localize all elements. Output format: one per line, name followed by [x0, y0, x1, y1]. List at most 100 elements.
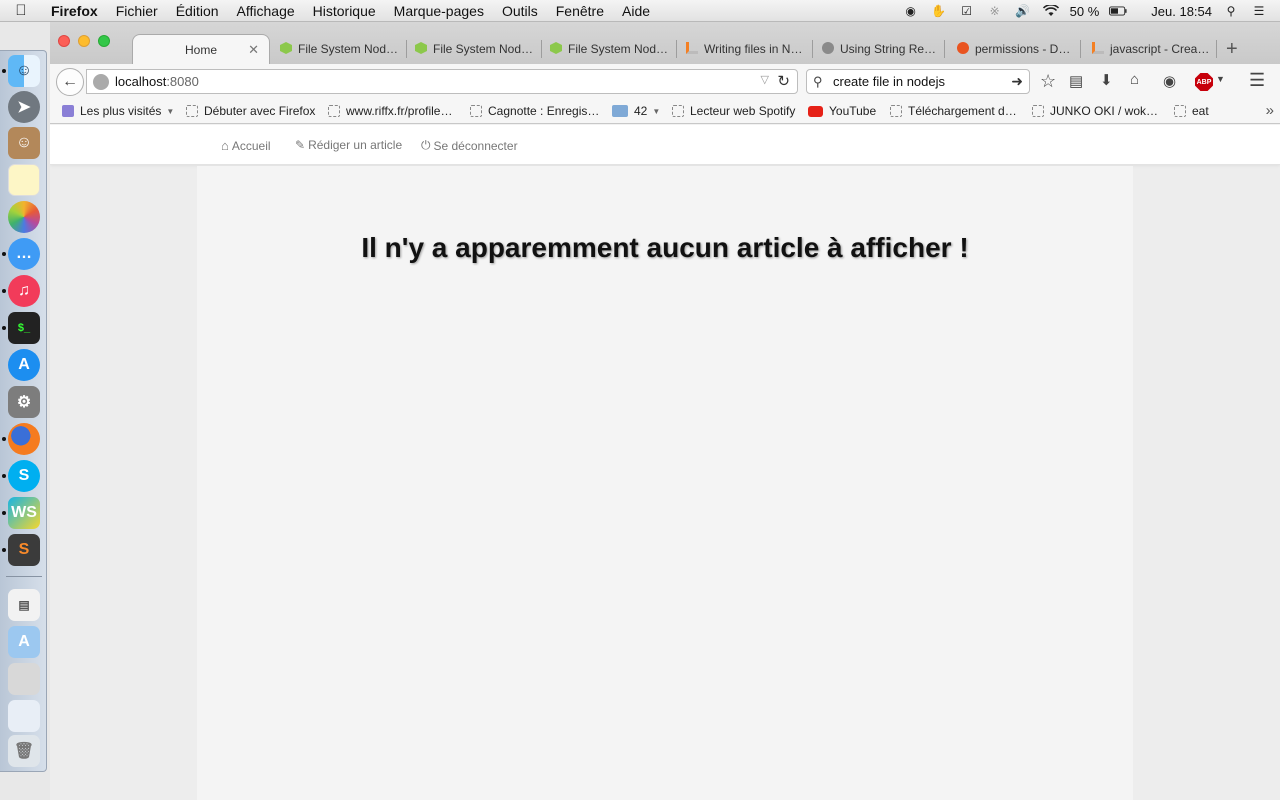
bookmark-spotify[interactable]: Lecteur web Spotify	[672, 104, 795, 118]
menu-marque-pages[interactable]: Marque-pages	[385, 3, 493, 19]
hamburger-menu-icon[interactable]: ☰	[1249, 70, 1265, 91]
chevron-down-icon: ▼	[652, 106, 661, 116]
bookmark-riffx[interactable]: www.riffx.fr/profile…	[328, 104, 452, 118]
bookmark-eat[interactable]: eat	[1174, 104, 1209, 118]
firefox-window: Home ✕ File System Nod… File System Nod……	[50, 22, 1280, 800]
nav-link-write-article[interactable]: ✎ Rédiger un article	[295, 138, 402, 152]
bookmark-youtube[interactable]: YouTube	[808, 104, 876, 118]
minimize-window-button[interactable]	[78, 35, 90, 47]
tab-writing-files[interactable]: Writing files in N…	[682, 34, 810, 64]
close-window-button[interactable]	[58, 35, 70, 47]
youtube-icon	[808, 105, 823, 117]
bookmark-star-icon[interactable]: ☆	[1040, 71, 1056, 92]
apple-menu-icon[interactable]: 	[0, 2, 42, 19]
bookmark-most-visited[interactable]: Les plus visités ▼	[62, 104, 174, 118]
clock[interactable]: Jeu. 18:54	[1151, 4, 1212, 19]
site-navbar: ⌂ Accueil ✎ Rédiger un article ⏻ Se déco…	[50, 125, 1280, 165]
chat-icon[interactable]: ◉	[1163, 72, 1176, 90]
search-go-icon[interactable]: ➜	[1011, 73, 1023, 90]
notes-icon[interactable]	[8, 164, 40, 196]
screenshots-stack-icon[interactable]	[8, 700, 40, 732]
bluetooth-icon[interactable]: ※	[986, 3, 1004, 19]
checkmark-icon[interactable]: ☑	[958, 3, 976, 19]
search-input[interactable]	[833, 74, 1003, 89]
skype-icon[interactable]: S	[8, 460, 40, 492]
new-tab-button[interactable]: +	[1226, 38, 1238, 61]
history-dropdown-icon[interactable]: ▽	[761, 73, 769, 86]
back-button[interactable]: ←	[56, 68, 84, 96]
menu-historique[interactable]: Historique	[304, 3, 385, 19]
nav-link-label: Rédiger un article	[308, 138, 403, 152]
zoom-window-button[interactable]	[98, 35, 110, 47]
bookmark-label: Cagnotte : Enregis…	[488, 104, 600, 118]
nav-link-label: Accueil	[231, 138, 271, 153]
page-icon	[1174, 105, 1186, 117]
tab-home[interactable]: Home ✕	[132, 34, 270, 64]
reading-list-icon[interactable]: ▤	[1069, 72, 1083, 90]
downloads-icon[interactable]: ⬇	[1100, 71, 1113, 89]
folder-icon	[612, 105, 628, 117]
bookmark-label: Les plus visités	[80, 104, 162, 118]
menu-fichier[interactable]: Fichier	[107, 3, 167, 19]
nav-link-logout[interactable]: ⏻ Se déconnecter	[421, 138, 518, 153]
menu-edition[interactable]: Édition	[167, 3, 228, 19]
menu-affichage[interactable]: Affichage	[228, 3, 304, 19]
trash-icon[interactable]: 🗑	[8, 735, 40, 767]
itunes-icon[interactable]: ♫	[8, 275, 40, 307]
finder-icon[interactable]: ☺	[8, 55, 40, 87]
page-icon	[470, 105, 482, 117]
tab-file-system-1[interactable]: File System Nod…	[276, 34, 404, 64]
creative-cloud-icon[interactable]: ◉	[902, 3, 920, 19]
page-icon	[1032, 105, 1044, 117]
spotlight-search-icon[interactable]: ⚲	[1222, 3, 1240, 19]
url-bar[interactable]: localhost:8080 ▽ ↻	[86, 69, 798, 94]
reload-icon[interactable]: ↻	[777, 72, 790, 90]
bookmark-getting-started[interactable]: Débuter avec Firefox	[186, 104, 315, 118]
menu-aide[interactable]: Aide	[613, 3, 659, 19]
app-store-icon[interactable]: A	[8, 349, 40, 381]
notification-center-icon[interactable]: ☰	[1250, 3, 1268, 19]
bookmark-folder-42[interactable]: 42 ▼	[612, 104, 660, 118]
nav-link-label: Se déconnecter	[433, 138, 518, 153]
tab-label: javascript - Crea…	[1110, 42, 1210, 56]
menu-fenetre[interactable]: Fenêtre	[547, 3, 613, 19]
url-text[interactable]: localhost:8080	[115, 74, 199, 89]
contacts-icon[interactable]: ☺	[8, 127, 40, 159]
wifi-icon[interactable]	[1042, 3, 1060, 19]
photos-icon[interactable]	[8, 201, 40, 233]
downloads-stack-icon[interactable]	[8, 663, 40, 695]
nav-link-home[interactable]: ⌂ Accueil	[221, 138, 271, 153]
menu-outils[interactable]: Outils	[493, 3, 547, 19]
terminal-icon[interactable]: $_	[8, 312, 40, 344]
bookmark-cagnotte[interactable]: Cagnotte : Enregis…	[470, 104, 599, 118]
adblock-plus-icon[interactable]: ABP	[1195, 73, 1213, 91]
bookmark-junko-oki[interactable]: JUNKO OKI / wok…	[1032, 104, 1158, 118]
hand-icon[interactable]: ✋	[930, 3, 948, 19]
tab-label: Writing files in N…	[704, 42, 803, 56]
bookmark-telechargement[interactable]: Téléchargement d…	[890, 104, 1017, 118]
site-identity-icon[interactable]	[93, 73, 109, 90]
close-tab-icon[interactable]: ✕	[248, 42, 259, 58]
applications-folder-icon[interactable]: A	[8, 626, 40, 658]
tab-file-system-2[interactable]: File System Nod…	[411, 34, 539, 64]
tab-file-system-3[interactable]: File System Nod…	[546, 34, 674, 64]
bookmarks-overflow-icon[interactable]: »	[1266, 102, 1274, 119]
search-bar[interactable]: ⚲ ➜	[806, 69, 1030, 94]
adblock-dropdown-icon[interactable]: ▼	[1216, 74, 1225, 84]
webstorm-icon[interactable]: WS	[8, 497, 40, 529]
globe-favicon-icon	[822, 42, 834, 54]
tab-javascript[interactable]: javascript - Crea…	[1088, 34, 1216, 64]
document-icon[interactable]: ▤	[8, 589, 40, 621]
system-preferences-icon[interactable]: ⚙	[8, 386, 40, 418]
messages-icon[interactable]: …	[8, 238, 40, 270]
launchpad-icon[interactable]: ➤	[8, 91, 40, 123]
menu-app-firefox[interactable]: Firefox	[42, 3, 107, 19]
tab-permissions[interactable]: permissions - D…	[953, 34, 1081, 64]
tab-using-string[interactable]: Using String Re…	[818, 34, 946, 64]
volume-icon[interactable]: 🔊	[1014, 3, 1032, 19]
home-icon[interactable]: ⌂	[1130, 71, 1139, 88]
firefox-icon[interactable]	[8, 423, 40, 455]
battery-percent: 50 %	[1069, 3, 1100, 19]
sublime-text-icon[interactable]: S	[8, 534, 40, 566]
battery-icon[interactable]	[1109, 3, 1127, 19]
